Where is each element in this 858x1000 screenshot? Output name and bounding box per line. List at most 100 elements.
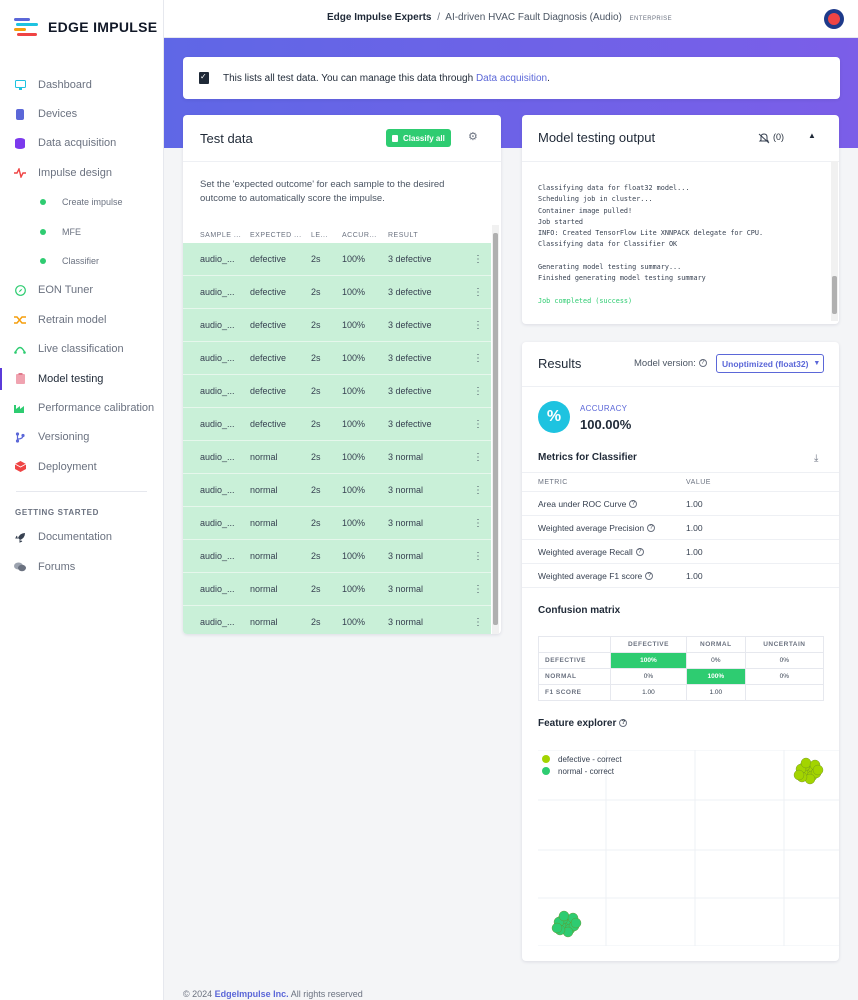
- column-header-result[interactable]: RESULT: [388, 232, 418, 239]
- sidebar-subitem-label: MFE: [62, 226, 81, 237]
- metric-name-text: Weighted average Precision: [538, 522, 645, 533]
- sidebar-item-label: Data acquisition: [38, 137, 117, 150]
- table-row[interactable]: audio_... normal 2s 100% 3 normal ⋮: [183, 507, 491, 540]
- breadcrumb-org[interactable]: Edge Impulse Experts: [327, 12, 431, 23]
- help-icon[interactable]: ?: [647, 524, 656, 533]
- sidebar-item-deployment[interactable]: Deployment: [0, 452, 163, 481]
- cell-accuracy: 100%: [342, 452, 366, 462]
- row-menu-icon[interactable]: ⋮: [473, 320, 483, 331]
- row-menu-icon[interactable]: ⋮: [473, 617, 483, 628]
- help-icon[interactable]: ?: [645, 572, 654, 581]
- legend-swatch: [542, 755, 550, 763]
- sidebar-item-label: Versioning: [38, 431, 90, 444]
- legend-item-normal[interactable]: normal - correct: [542, 765, 622, 777]
- column-header-length[interactable]: LE...: [311, 232, 328, 239]
- top-bar: Edge Impulse Experts / AI-driven HVAC Fa…: [164, 0, 858, 38]
- sidebar-item-devices[interactable]: Devices: [0, 99, 163, 128]
- log-scrollbar[interactable]: [831, 161, 838, 321]
- row-menu-icon[interactable]: ⋮: [473, 254, 483, 265]
- plot-point[interactable]: [800, 757, 812, 769]
- collapse-caret-icon[interactable]: ▲: [808, 131, 816, 140]
- gear-icon[interactable]: ⚙: [468, 131, 480, 143]
- column-header-expected[interactable]: EXPECTED ...: [250, 232, 302, 239]
- sidebar-item-data-acquisition[interactable]: Data acquisition: [0, 129, 163, 158]
- sidebar-item-dashboard[interactable]: Dashboard: [0, 70, 163, 99]
- table-row[interactable]: audio_... normal 2s 100% 3 normal ⋮: [183, 573, 491, 606]
- plot-point[interactable]: [570, 917, 582, 929]
- bell-off-icon[interactable]: [758, 133, 770, 144]
- help-icon[interactable]: ?: [635, 548, 644, 557]
- row-menu-icon[interactable]: ⋮: [473, 386, 483, 397]
- sidebar-item-documentation[interactable]: Documentation: [0, 522, 163, 551]
- plot-point[interactable]: [793, 769, 805, 781]
- table-row[interactable]: audio_... defective 2s 100% 3 defective ⋮: [183, 375, 491, 408]
- avatar[interactable]: [824, 9, 844, 29]
- cell-sample: audio_...: [200, 287, 235, 297]
- table-row[interactable]: audio_... normal 2s 100% 3 normal ⋮: [183, 474, 491, 507]
- cell-length: 2s: [311, 551, 321, 561]
- plot-point[interactable]: [558, 910, 570, 922]
- table-row[interactable]: audio_... defective 2s 100% 3 defective ⋮: [183, 276, 491, 309]
- sidebar-subitem-mfe[interactable]: MFE: [0, 217, 163, 246]
- table-row[interactable]: audio_... defective 2s 100% 3 defective ⋮: [183, 243, 491, 276]
- table-row[interactable]: audio_... defective 2s 100% 3 defective ⋮: [183, 408, 491, 441]
- sidebar-subitem-create-impulse[interactable]: Create impulse: [0, 188, 163, 217]
- scrollbar-thumb[interactable]: [493, 233, 498, 625]
- legend-item-defective[interactable]: defective - correct: [542, 753, 622, 765]
- model-version-text: Model version:: [634, 358, 696, 369]
- table-row[interactable]: audio_... defective 2s 100% 3 defective ⋮: [183, 342, 491, 375]
- column-header-accuracy[interactable]: ACCUR...: [342, 232, 377, 239]
- metric-row: Weighted average Recall? 1.00: [522, 540, 839, 564]
- table-row[interactable]: audio_... normal 2s 100% 3 normal ⋮: [183, 540, 491, 573]
- feature-explorer-legend: defective - correct normal - correct: [542, 753, 622, 777]
- table-row[interactable]: audio_... defective 2s 100% 3 defective ⋮: [183, 309, 491, 342]
- breadcrumb-project[interactable]: AI-driven HVAC Fault Diagnosis (Audio): [445, 12, 622, 23]
- help-icon[interactable]: ?: [698, 359, 707, 368]
- footer-company-link[interactable]: EdgeImpulse Inc.: [215, 989, 289, 999]
- compass-icon: [14, 284, 26, 296]
- sidebar-subitem-classifier[interactable]: Classifier: [0, 246, 163, 275]
- sidebar-item-impulse-design[interactable]: Impulse design: [0, 158, 163, 187]
- model-version-select[interactable]: Unoptimized (float32) ▼: [716, 354, 824, 373]
- column-header-sample[interactable]: SAMPLE ...: [200, 232, 241, 239]
- row-menu-icon[interactable]: ⋮: [473, 452, 483, 463]
- sidebar-item-forums[interactable]: Forums: [0, 552, 163, 581]
- row-menu-icon[interactable]: ⋮: [473, 518, 483, 529]
- data-acquisition-link[interactable]: Data acquisition: [476, 73, 547, 84]
- row-menu-icon[interactable]: ⋮: [473, 485, 483, 496]
- sidebar-item-live-classification[interactable]: Live classification: [0, 335, 163, 364]
- plot-point[interactable]: [551, 922, 563, 934]
- confusion-row-header: NORMAL: [538, 668, 611, 685]
- sidebar-item-model-testing[interactable]: Model testing: [0, 364, 163, 393]
- help-icon[interactable]: ?: [629, 500, 638, 509]
- confusion-row-header: F1 SCORE: [538, 684, 611, 701]
- log-line: INFO: Created TensorFlow Lite XNNPACK de…: [538, 229, 764, 238]
- feature-explorer-plot[interactable]: [538, 750, 839, 946]
- download-icon[interactable]: ⤓: [814, 453, 818, 464]
- sidebar-item-eon-tuner[interactable]: EON Tuner: [0, 276, 163, 305]
- cell-expected: normal: [250, 518, 278, 528]
- table-row[interactable]: audio_... normal 2s 100% 3 normal ⋮: [183, 606, 491, 634]
- table-row[interactable]: audio_... normal 2s 100% 3 normal ⋮: [183, 441, 491, 474]
- row-menu-icon[interactable]: ⋮: [473, 584, 483, 595]
- sidebar-item-performance-calibration[interactable]: Performance calibration: [0, 393, 163, 422]
- row-menu-icon[interactable]: ⋮: [473, 551, 483, 562]
- confusion-cell: [744, 684, 825, 701]
- accuracy-value: 100.00%: [580, 417, 632, 432]
- row-menu-icon[interactable]: ⋮: [473, 287, 483, 298]
- row-menu-icon[interactable]: ⋮: [473, 353, 483, 364]
- cell-expected: defective: [250, 419, 287, 429]
- help-icon[interactable]: ?: [619, 719, 628, 728]
- plot-point[interactable]: [812, 764, 824, 776]
- cell-accuracy: 100%: [342, 617, 366, 627]
- sidebar-item-retrain-model[interactable]: Retrain model: [0, 305, 163, 334]
- sidebar-item-label: Devices: [38, 108, 78, 121]
- scrollbar-thumb[interactable]: [832, 276, 837, 314]
- shuffle-icon: [14, 314, 26, 326]
- table-scrollbar[interactable]: [492, 225, 499, 634]
- row-menu-icon[interactable]: ⋮: [473, 419, 483, 430]
- logo[interactable]: EDGE IMPULSE: [14, 16, 157, 38]
- classify-all-button[interactable]: Classify all: [386, 129, 451, 147]
- sidebar-item-versioning[interactable]: Versioning: [0, 423, 163, 452]
